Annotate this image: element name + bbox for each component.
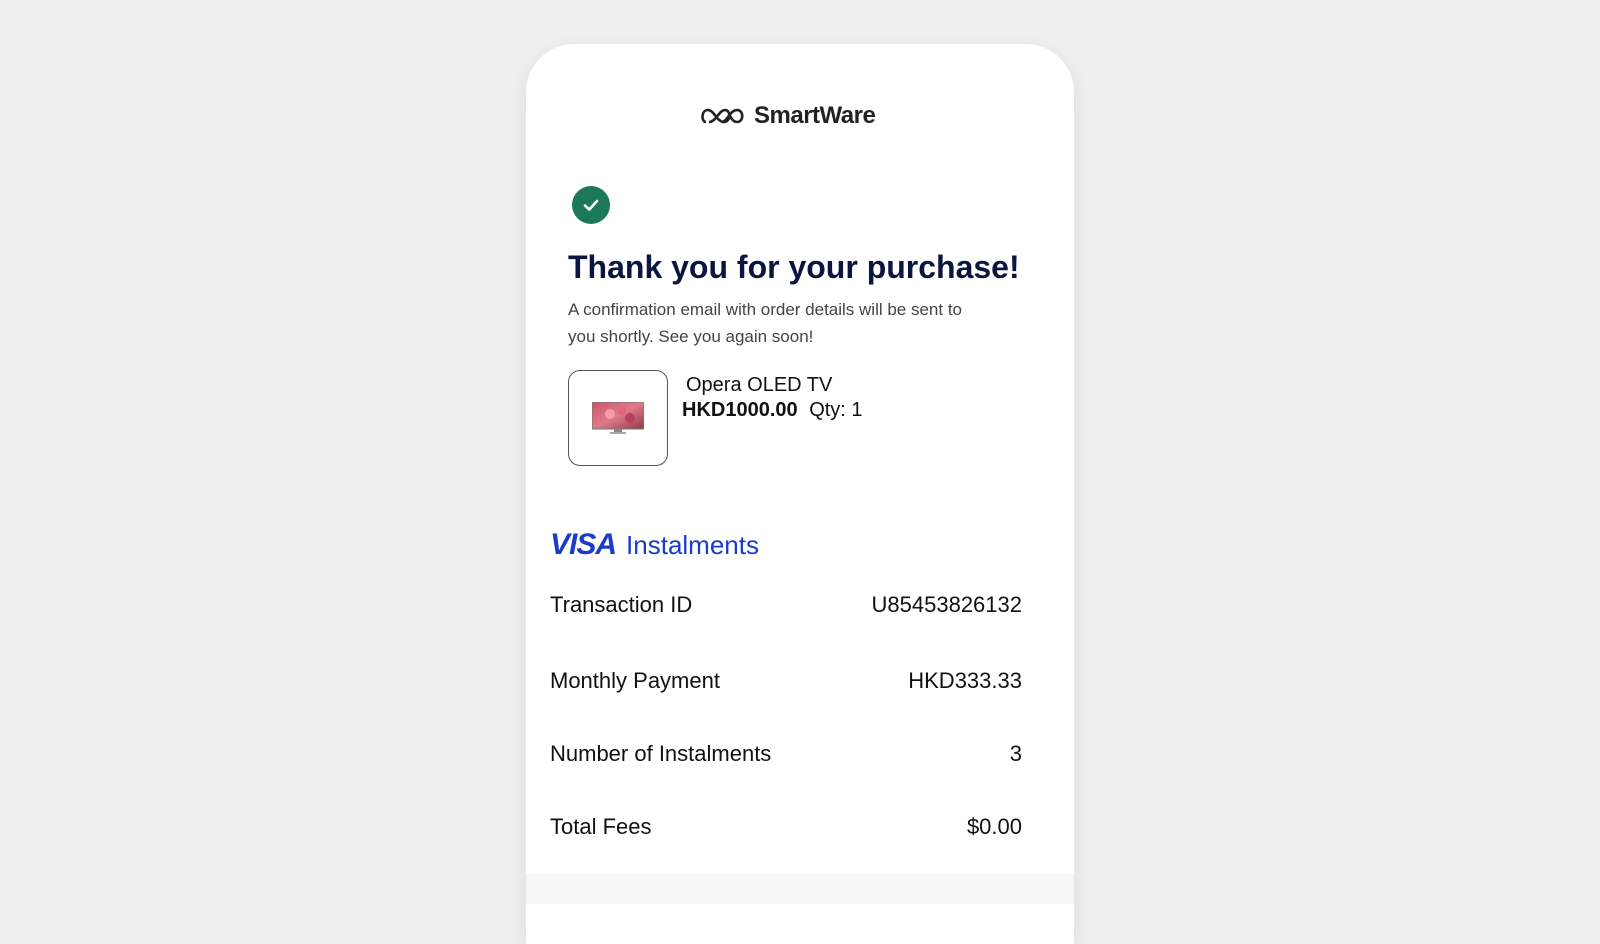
detail-row-transaction-id: Transaction ID U85453826132 [550, 592, 1022, 618]
detail-label: Monthly Payment [550, 668, 720, 693]
detail-label: Transaction ID [550, 592, 693, 617]
check-circle-icon [572, 186, 610, 224]
payment-method-label: Instalments [626, 529, 759, 560]
infinity-logo-icon [701, 108, 744, 124]
detail-label: Number of Instalments [550, 741, 772, 766]
detail-row-total-fees: Total Fees $0.00 [550, 814, 1022, 840]
tv-icon [592, 402, 644, 434]
visa-logo: VISA [550, 528, 617, 561]
detail-row-instalments: Number of Instalments 3 [550, 741, 1022, 767]
product-qty: Qty: 1 [809, 399, 863, 421]
page-title: Thank you for your purchase! [568, 249, 1020, 285]
product-thumbnail[interactable] [568, 370, 668, 466]
confirmation-message: A confirmation email with order details … [568, 300, 963, 346]
payment-method-header: VISA Instalments [550, 528, 759, 562]
detail-row-monthly-payment: Monthly Payment HKD333.33 [550, 668, 1022, 694]
detail-value: $0.00 [966, 814, 1022, 839]
product-price: HKD1000.00 [682, 399, 798, 421]
brand-name: SmartWare [754, 102, 876, 129]
detail-value: HKD333.33 [908, 668, 1022, 693]
phone-frame: SmartWare Thank you for your purchase! A… [526, 44, 1074, 944]
product-name: Opera OLED TV [686, 374, 833, 396]
detail-value: U85453826132 [871, 592, 1022, 617]
brand-header: SmartWare [700, 102, 876, 130]
detail-label: Total Fees [550, 814, 652, 839]
product-price-row: HKD1000.00 Qty: 1 [682, 399, 863, 422]
product-info: Opera OLED TV HKD1000.00 Qty: 1 [682, 374, 863, 422]
detail-value: 3 [1009, 741, 1022, 766]
